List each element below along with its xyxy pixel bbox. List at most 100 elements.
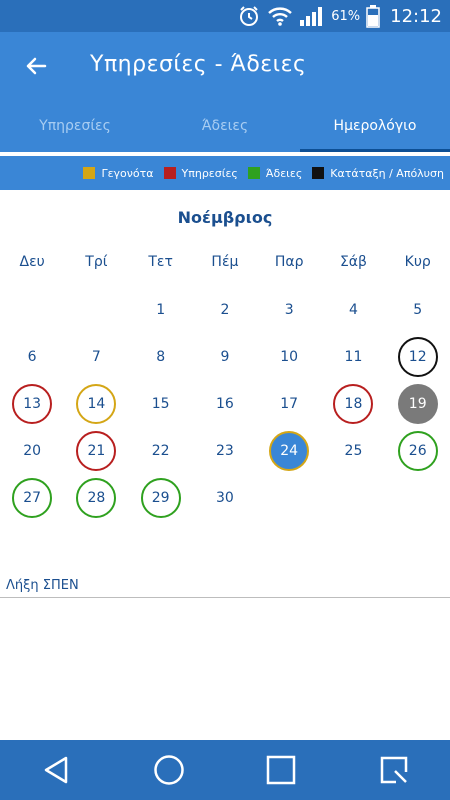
calendar-day-cell[interactable]: 15 xyxy=(129,380,193,427)
calendar-day[interactable]: 21 xyxy=(76,430,117,471)
calendar-day[interactable]: 12 xyxy=(397,336,438,377)
weekday-label: Δευ xyxy=(19,254,45,270)
note-label: Λήξη ΣΠΕΝ xyxy=(6,578,79,593)
calendar-day-cell[interactable]: 29 xyxy=(129,474,193,521)
calendar-day[interactable]: 15 xyxy=(141,384,181,424)
calendar-day[interactable]: 27 xyxy=(12,477,53,518)
calendar-day[interactable]: 1 xyxy=(141,290,181,330)
calendar-day[interactable]: 7 xyxy=(76,337,116,377)
legend-item-leaves: Άδειες xyxy=(247,166,303,180)
status-time: 12:12 xyxy=(390,5,442,27)
weekday-label: Τρί xyxy=(85,254,108,270)
calendar-day-cell[interactable]: 28 xyxy=(64,474,128,521)
calendar-day-cell[interactable]: 18 xyxy=(321,380,385,427)
calendar-week-row: 12345 xyxy=(0,286,450,333)
calendar-day-cell[interactable]: 8 xyxy=(129,333,193,380)
nav-back-button[interactable] xyxy=(26,740,86,800)
calendar-day-cell[interactable]: 21 xyxy=(64,427,128,474)
legend-swatch-enlistment xyxy=(312,167,325,179)
legend-label-leaves: Άδειες xyxy=(265,166,303,180)
calendar-day-cell[interactable]: 9 xyxy=(193,333,257,380)
nav-capture-button[interactable] xyxy=(364,740,424,800)
square-recents-icon xyxy=(267,755,296,785)
calendar-grid: Δευ Τρί Τετ Πέμ Παρ Σάβ Κυρ 1 2 3 4 5 6 7 8 9 10 1… xyxy=(0,238,450,521)
weekday-label: Πέμ xyxy=(211,254,239,270)
nav-home-button[interactable] xyxy=(139,740,199,800)
calendar-day[interactable]: 16 xyxy=(205,384,245,424)
legend-swatch-events xyxy=(83,167,96,179)
calendar-day-cell[interactable]: 14 xyxy=(64,380,128,427)
calendar-week-row: 20 21 22 23 24 25 26 xyxy=(0,427,450,474)
calendar-empty-cell xyxy=(321,474,385,521)
nav-recents-button[interactable] xyxy=(251,740,311,800)
calendar-day[interactable]: 6 xyxy=(12,337,52,377)
calendar-day-cell[interactable]: 10 xyxy=(257,333,321,380)
calendar-day-cell[interactable]: 2 xyxy=(193,286,257,333)
calendar-day-cell[interactable]: 11 xyxy=(321,333,385,380)
calendar-day-cell[interactable]: 19 xyxy=(386,380,450,427)
calendar-day[interactable]: 18 xyxy=(333,383,374,424)
calendar-day[interactable]: 8 xyxy=(141,337,181,377)
legend-label-events: Γεγονότα xyxy=(101,166,154,180)
calendar-day-cell[interactable]: 13 xyxy=(0,380,64,427)
app-bar: Υπηρεσίες - Άδειες xyxy=(0,32,450,100)
weekday-header: Δευ Τρί Τετ Πέμ Παρ Σάβ Κυρ xyxy=(0,238,450,286)
calendar-day[interactable]: 10 xyxy=(269,337,309,377)
calendar-legend: Γεγονότα Υπηρεσίες Άδειες Κατάταξη / Από… xyxy=(0,156,450,190)
calendar-day[interactable]: 22 xyxy=(141,431,181,471)
calendar-day-cell[interactable]: 26 xyxy=(386,427,450,474)
calendar-day[interactable]: 23 xyxy=(205,431,245,471)
back-button[interactable] xyxy=(20,50,52,82)
battery-percent: 61% xyxy=(331,8,361,24)
calendar-week-row: 13 14 15 16 17 18 19 xyxy=(0,380,450,427)
calendar-day[interactable]: 29 xyxy=(140,477,181,518)
calendar-day-cell[interactable]: 7 xyxy=(64,333,128,380)
calendar-day-selected[interactable]: 24 xyxy=(269,430,310,471)
status-bar: 61% 12:12 xyxy=(0,0,450,32)
calendar-day[interactable]: 20 xyxy=(12,431,52,471)
signal-icon xyxy=(299,5,325,27)
calendar-day[interactable]: 13 xyxy=(12,383,53,424)
calendar-day[interactable]: 4 xyxy=(333,290,373,330)
calendar-day[interactable]: 9 xyxy=(205,337,245,377)
calendar-day[interactable]: 17 xyxy=(269,384,309,424)
calendar-month-title: Νοέμβριος xyxy=(177,208,273,227)
calendar-day[interactable]: 2 xyxy=(205,290,245,330)
tab-services[interactable]: Υπηρεσίες xyxy=(0,100,150,152)
calendar-day-cell[interactable]: 16 xyxy=(193,380,257,427)
calendar-day-cell[interactable]: 25 xyxy=(321,427,385,474)
calendar-day[interactable]: 5 xyxy=(398,290,438,330)
calendar-week-row: 6 7 8 9 10 11 12 xyxy=(0,333,450,380)
calendar-day[interactable]: 11 xyxy=(333,337,373,377)
circle-home-icon xyxy=(154,755,184,785)
calendar-day[interactable]: 30 xyxy=(205,478,245,518)
legend-label-services: Υπηρεσίες xyxy=(181,166,238,180)
calendar-day[interactable]: 3 xyxy=(269,290,309,330)
calendar-day-cell[interactable]: 3 xyxy=(257,286,321,333)
calendar-day[interactable]: 25 xyxy=(333,431,373,471)
calendar-day[interactable]: 26 xyxy=(397,430,438,471)
calendar-day-cell[interactable]: 17 xyxy=(257,380,321,427)
calendar-day[interactable]: 14 xyxy=(76,383,117,424)
calendar-day[interactable]: 28 xyxy=(76,477,117,518)
calendar-day-cell[interactable]: 22 xyxy=(129,427,193,474)
calendar-day-cell[interactable]: 23 xyxy=(193,427,257,474)
tab-calendar[interactable]: Ημερολόγιο xyxy=(300,100,450,152)
note-divider xyxy=(0,597,450,598)
legend-item-events: Γεγονότα xyxy=(83,166,154,180)
weekday-label: Τετ xyxy=(148,254,173,270)
tab-leaves[interactable]: Άδειες xyxy=(150,100,300,152)
calendar-day-cell[interactable]: 1 xyxy=(129,286,193,333)
calendar-day-cell[interactable]: 5 xyxy=(386,286,450,333)
calendar-day[interactable]: 19 xyxy=(397,383,438,424)
calendar-day-cell[interactable]: 12 xyxy=(386,333,450,380)
calendar-week-row: 27 28 29 30 xyxy=(0,474,450,521)
calendar-day-cell[interactable]: 6 xyxy=(0,333,64,380)
calendar-day-cell[interactable]: 30 xyxy=(193,474,257,521)
wifi-icon xyxy=(267,5,293,27)
calendar-day-cell[interactable]: 20 xyxy=(0,427,64,474)
calendar-day-cell[interactable]: 24 xyxy=(257,427,321,474)
calendar-day-cell[interactable]: 4 xyxy=(321,286,385,333)
calendar-day-cell[interactable]: 27 xyxy=(0,474,64,521)
legend-item-enlistment: Κατάταξη / Απόλυση xyxy=(312,167,444,180)
